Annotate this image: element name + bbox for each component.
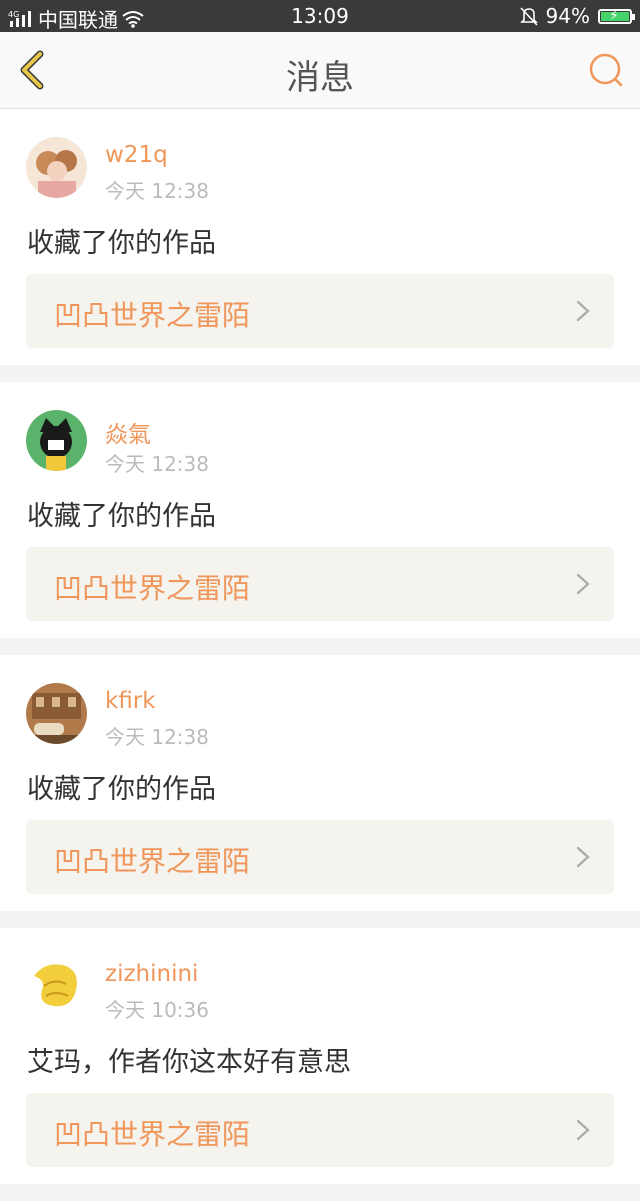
message-text: 收藏了你的作品 xyxy=(27,774,216,805)
page-title: 消息 xyxy=(286,58,354,98)
mute-bell-icon xyxy=(519,7,538,26)
username[interactable]: zizhinini xyxy=(105,961,198,987)
message-text: 收藏了你的作品 xyxy=(27,228,216,259)
chevron-right-icon xyxy=(576,846,590,868)
username[interactable]: w21q xyxy=(105,142,168,168)
timestamp: 今天 12:38 xyxy=(105,725,209,749)
chevron-right-icon xyxy=(576,573,590,595)
message-card: kfirk 今天 12:38 收藏了你的作品 凹凸世界之雷陌 xyxy=(0,655,640,911)
work-link[interactable]: 凹凸世界之雷陌 xyxy=(26,1093,614,1167)
timestamp: 今天 10:36 xyxy=(105,998,209,1022)
status-right: 94% ⚡ xyxy=(519,4,635,28)
user-avatar[interactable] xyxy=(26,956,87,1017)
battery-icon: ⚡ xyxy=(598,8,635,24)
user-avatar[interactable] xyxy=(26,137,87,198)
work-title: 凹凸世界之雷陌 xyxy=(54,572,251,605)
timestamp: 今天 12:38 xyxy=(105,179,209,203)
message-card: 焱氣 今天 12:38 收藏了你的作品 凹凸世界之雷陌 xyxy=(0,382,640,638)
work-title: 凹凸世界之雷陌 xyxy=(54,845,251,878)
work-title: 凹凸世界之雷陌 xyxy=(54,299,251,332)
message-list: w21q 今天 12:38 收藏了你的作品 凹凸世界之雷陌 焱氣 今天 12:3… xyxy=(0,109,640,1201)
message-card: zizhinini 今天 10:36 艾玛，作者你这本好有意思 凹凸世界之雷陌 xyxy=(0,928,640,1184)
work-link[interactable]: 凹凸世界之雷陌 xyxy=(26,274,614,348)
battery-percent: 94% xyxy=(545,4,590,28)
work-link[interactable]: 凹凸世界之雷陌 xyxy=(26,820,614,894)
username[interactable]: 焱氣 xyxy=(105,415,151,449)
search-icon[interactable] xyxy=(586,50,626,90)
message-text: 艾玛，作者你这本好有意思 xyxy=(27,1047,351,1078)
message-card: w21q 今天 12:38 收藏了你的作品 凹凸世界之雷陌 xyxy=(0,109,640,365)
work-title: 凹凸世界之雷陌 xyxy=(54,1118,251,1151)
username[interactable]: kfirk xyxy=(105,688,156,714)
chevron-right-icon xyxy=(576,300,590,322)
message-text: 收藏了你的作品 xyxy=(27,501,216,532)
work-link[interactable]: 凹凸世界之雷陌 xyxy=(26,547,614,621)
user-avatar[interactable] xyxy=(26,410,87,471)
status-bar: 4G 中国联通 13:09 94% ⚡ xyxy=(0,0,640,32)
timestamp: 今天 12:38 xyxy=(105,452,209,476)
nav-bar: 消息 xyxy=(0,32,640,109)
user-avatar[interactable] xyxy=(26,683,87,744)
